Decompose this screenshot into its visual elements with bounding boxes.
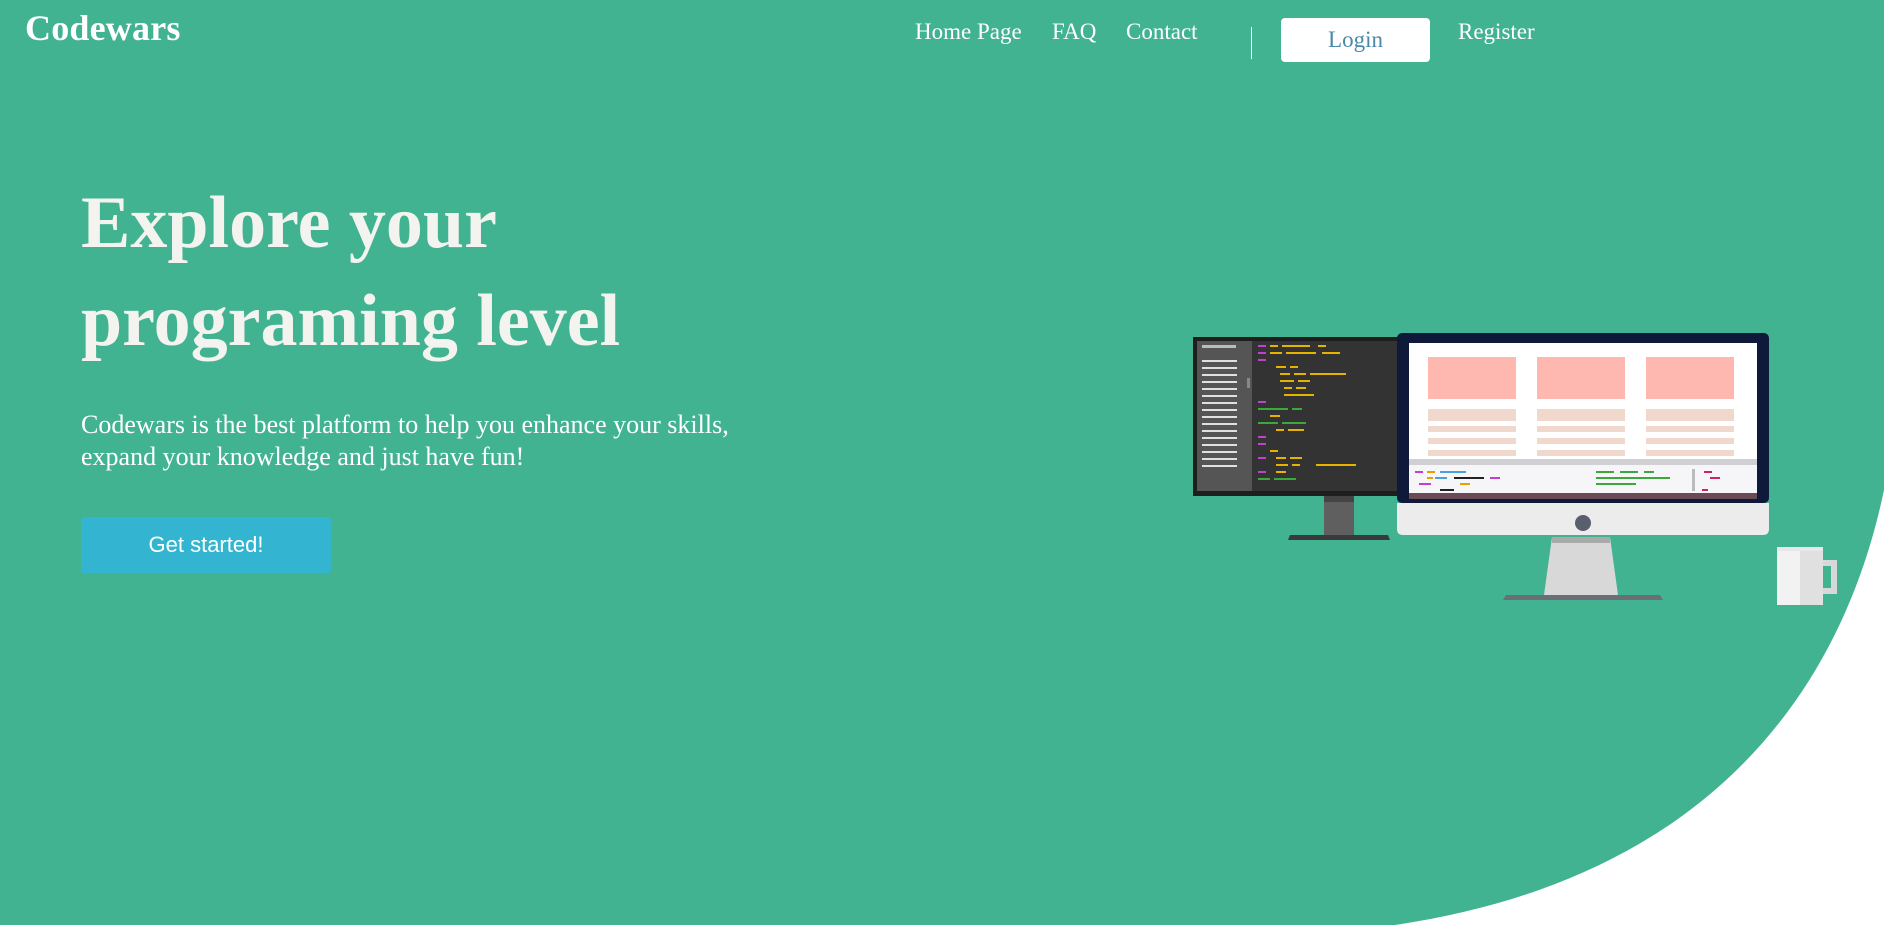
nav-link-contact[interactable]: Contact bbox=[1126, 18, 1198, 46]
hero-title-line-2: programing level bbox=[81, 280, 621, 362]
nav-divider bbox=[1251, 27, 1252, 59]
hero-subtitle-line-1: Codewars is the best platform to help yo… bbox=[81, 410, 729, 439]
nav-link-faq[interactable]: FAQ bbox=[1052, 18, 1096, 46]
hero-subtitle-line-2: expand your knowledge and just have fun! bbox=[81, 442, 525, 471]
mug-icon bbox=[1777, 547, 1837, 605]
hero-title-line-1: Explore your bbox=[81, 182, 497, 264]
nav-link-home-page[interactable]: Home Page bbox=[915, 18, 1022, 46]
front-monitor-icon bbox=[1397, 333, 1769, 600]
get-started-button[interactable]: Get started! bbox=[81, 517, 331, 573]
brand-logo[interactable]: Codewars bbox=[25, 6, 181, 50]
hero-title: Explore your programing level bbox=[81, 174, 881, 370]
hero-subtitle: Codewars is the best platform to help yo… bbox=[81, 409, 841, 473]
desktop-workspace-illustration bbox=[1193, 333, 1837, 605]
register-link[interactable]: Register bbox=[1458, 18, 1535, 46]
login-button[interactable]: Login bbox=[1281, 18, 1430, 62]
